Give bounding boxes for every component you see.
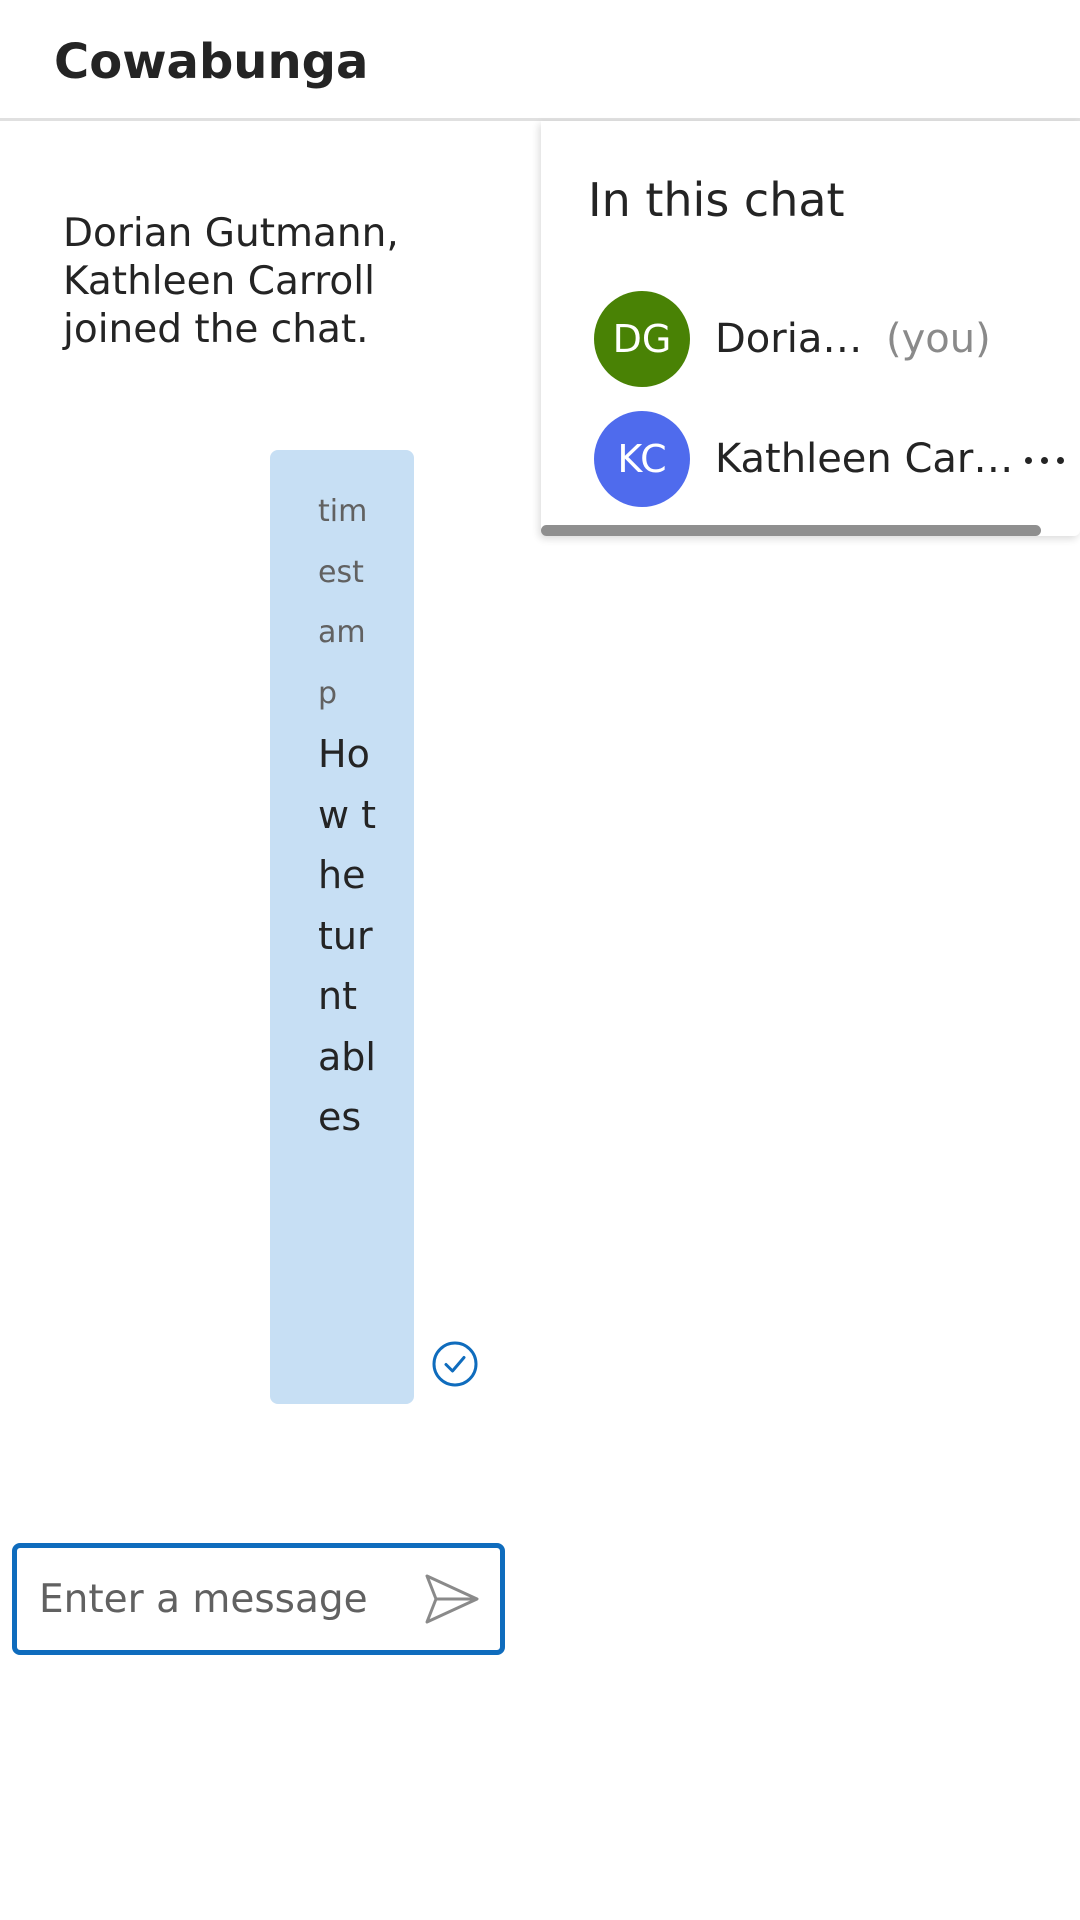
panel-title: In this chat [588, 173, 845, 227]
avatar: KC [594, 411, 690, 507]
participant-name: Doria… [715, 316, 863, 362]
horizontal-scrollbar[interactable] [541, 525, 1041, 536]
participant-item[interactable]: KC Kathleen Car… [541, 411, 1080, 511]
participant-name: Kathleen Car… [715, 436, 1014, 482]
message-bubble[interactable]: timestamp How the turntables [270, 450, 414, 1404]
message-input[interactable] [39, 1568, 399, 1630]
chat-title: Cowabunga [54, 34, 369, 90]
send-button[interactable] [423, 1572, 481, 1626]
message-composer [12, 1543, 505, 1655]
send-icon [425, 1574, 479, 1624]
system-message: Dorian Gutmann, Kathleen Carroll joined … [63, 211, 399, 352]
you-tag: (you) [886, 316, 991, 362]
more-options-button[interactable] [1021, 431, 1071, 487]
participants-panel: In this chat DG Doria… (you) KC Kathleen… [541, 121, 1080, 536]
participant-item[interactable]: DG Doria… (you) [541, 291, 1080, 391]
message-timestamp: timestamp [318, 494, 368, 711]
chat-header: Cowabunga [0, 0, 1080, 121]
message-text: How the turntables [318, 732, 377, 1139]
avatar: DG [594, 291, 690, 387]
read-check-icon [431, 1340, 479, 1388]
